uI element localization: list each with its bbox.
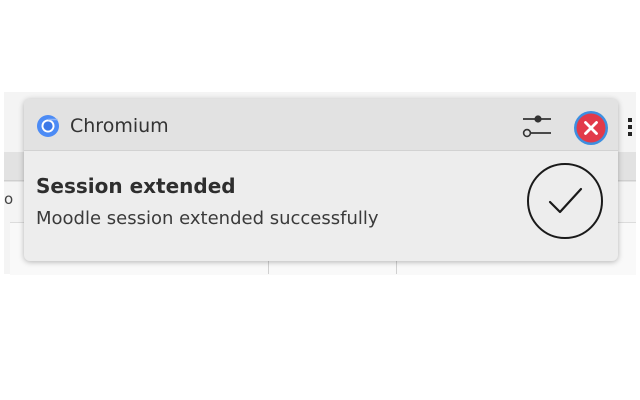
checkmark-circle-icon [526, 162, 604, 240]
notification-message: Moodle session extended successfully [36, 208, 379, 229]
sliders-icon[interactable] [520, 110, 554, 142]
background-menu-icon[interactable] [628, 118, 632, 136]
close-icon[interactable] [573, 110, 609, 146]
notification-title: Session extended [36, 174, 236, 198]
notification-header: Chromium [24, 99, 618, 151]
notification-popup[interactable]: Chromium Session extended Moodle session… [24, 99, 618, 261]
chromium-icon [36, 114, 60, 138]
screen: o Chromium Session extended Moodle sessi… [0, 0, 640, 400]
background-text-fragment: o [4, 190, 14, 208]
app-name: Chromium [70, 115, 169, 137]
